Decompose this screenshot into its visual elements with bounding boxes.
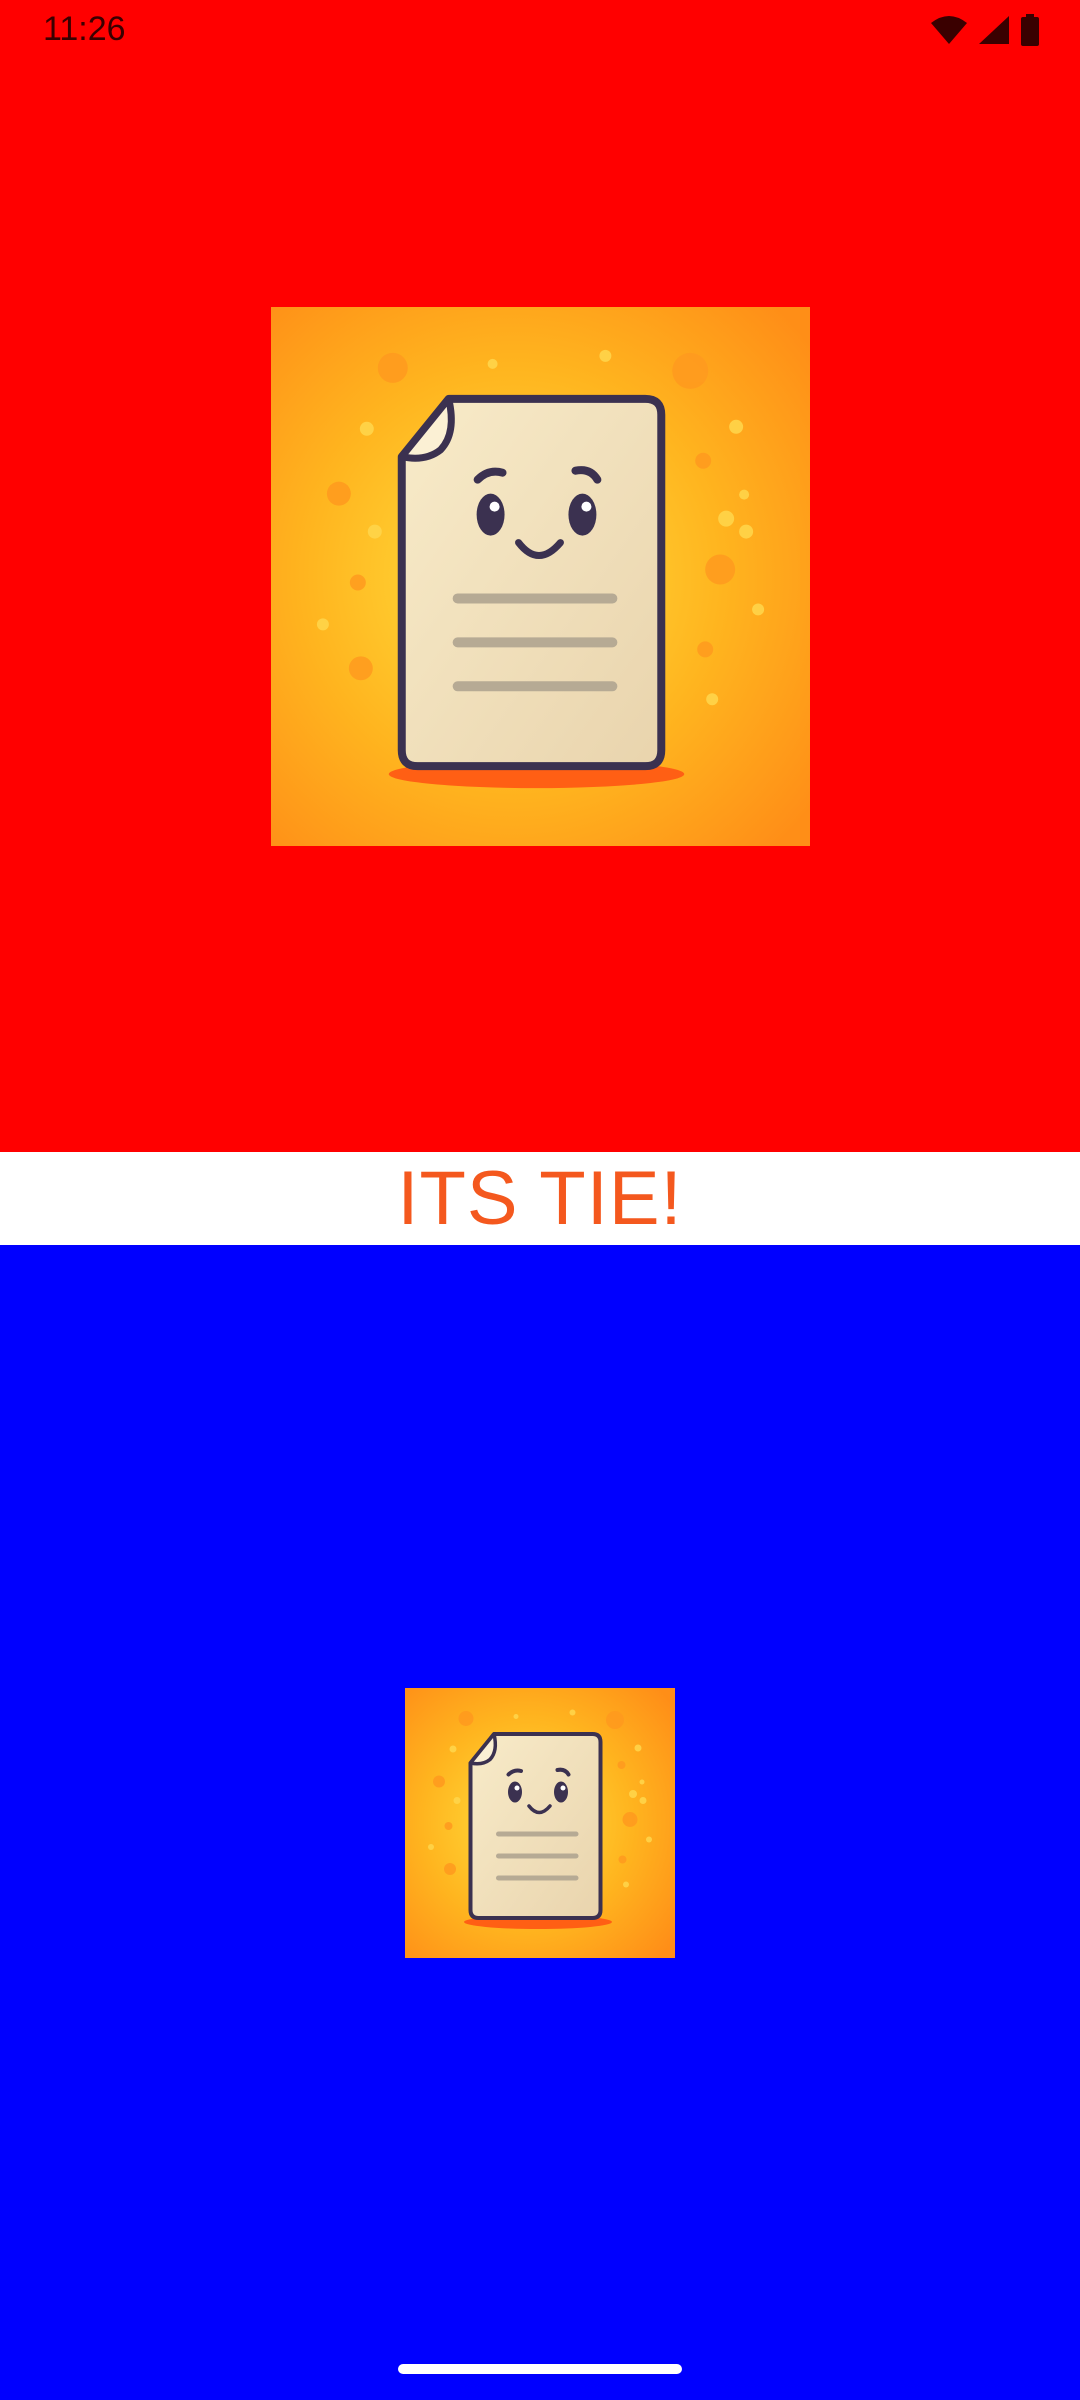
- paper-icon: [271, 307, 810, 846]
- status-icons: [930, 14, 1040, 46]
- status-bar: 11:26: [0, 0, 1080, 60]
- paper-icon: [405, 1688, 675, 1958]
- status-time: 11:26: [43, 10, 126, 48]
- wifi-icon: [931, 16, 967, 44]
- result-banner: ITS TIE!: [0, 1152, 1080, 1245]
- cell-signal-icon: [979, 16, 1009, 44]
- top-player-area[interactable]: [0, 0, 1080, 1152]
- gesture-nav-handle[interactable]: [398, 2364, 682, 2374]
- result-text: ITS TIE!: [397, 1155, 683, 1241]
- game-screen: ITS TIE! 11:26: [0, 0, 1080, 2400]
- battery-icon: [1021, 14, 1039, 46]
